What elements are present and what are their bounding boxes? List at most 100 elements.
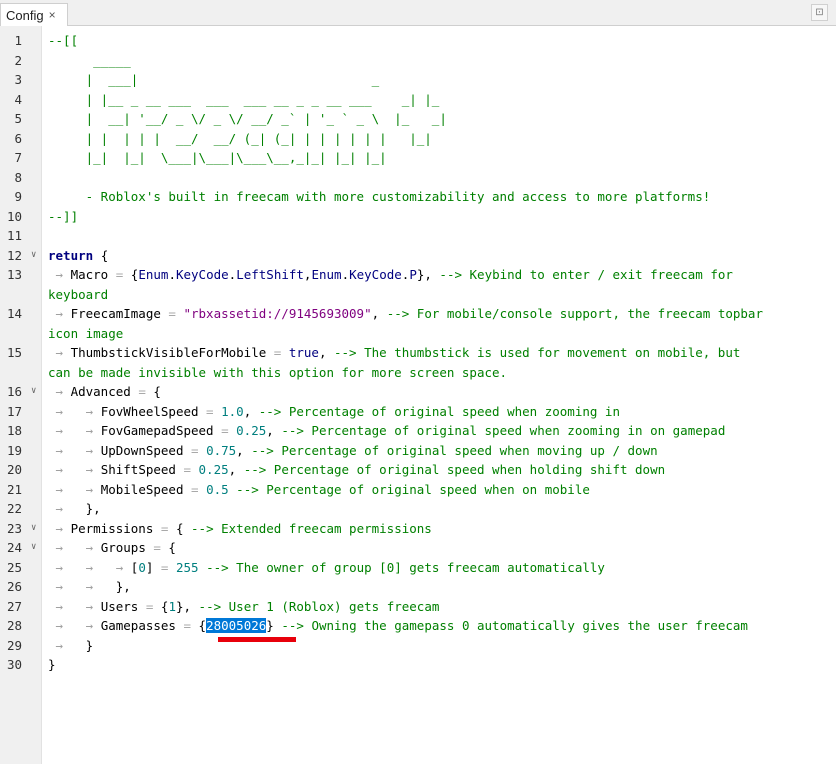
keyword-return: return — [48, 247, 94, 263]
key-fov-wheel: FovWheelSpeed — [100, 403, 199, 419]
key-gamepasses: Gamepasses — [100, 618, 176, 633]
number-value: 0 — [138, 559, 146, 575]
comment-text: --> Percentage of original speed when ho… — [243, 462, 666, 477]
comment-text: --> Percentage of original speed when on… — [236, 481, 590, 497]
comment-text: can be made invisible with this option f… — [48, 364, 508, 380]
comment-text: | | | | | __/ __/ (_| (_| | | | | | | |_… — [48, 130, 432, 146]
code-line: → Macro = {Enum.KeyCode.LeftShift,Enum.K… — [48, 267, 733, 282]
line-number: 4 — [14, 91, 22, 107]
enum-token: Enum — [311, 267, 342, 282]
string-value: "rbxassetid://9145693009" — [183, 306, 372, 321]
key-macro: Macro — [70, 267, 109, 282]
line-number: 24 — [6, 540, 22, 555]
tab-config[interactable]: Config × — [0, 3, 68, 26]
key-mobile: MobileSpeed — [100, 481, 184, 497]
comment-text: --> User 1 (Roblox) gets freecam — [198, 598, 440, 614]
line-number: 8 — [14, 169, 22, 185]
code-line: |_| |_| \___|\___|\___\__,_|_| |_| |_| — [48, 148, 828, 168]
line-number: 23 — [6, 520, 22, 536]
code-line: → → UpDownSpeed = 0.75, --> Percentage o… — [48, 442, 658, 458]
line-number: 27 — [6, 598, 22, 614]
number-value: 1.0 — [221, 403, 244, 419]
line-number: 14 — [6, 306, 22, 321]
key-freecam-image: FreecamImage — [70, 306, 161, 321]
code-line: → → ShiftSpeed = 0.25, --> Percentage of… — [48, 462, 666, 477]
code-line: return { — [48, 247, 109, 263]
p-token: P — [409, 267, 417, 282]
line-number: 1 — [14, 33, 22, 48]
number-value: 0.25 — [236, 423, 267, 438]
code-line: → → FovGamepadSpeed = 0.25, --> Percenta… — [48, 423, 726, 438]
line-number: 13 — [6, 267, 22, 282]
line-number: 29 — [6, 637, 22, 653]
line-number-gutter: 1 2 3 4 5 6 7 8 9 10 11 12 ∨ 13 14 15 16 ∨ 17 18 19 20 21 22 23 ∨… — [0, 26, 42, 764]
line-number: 2 — [14, 52, 22, 68]
line-number: 15 — [6, 345, 22, 360]
tab-label: Config — [6, 7, 44, 23]
key-updown: UpDownSpeed — [100, 442, 184, 458]
code-line-wrap: icon image — [48, 324, 828, 344]
fold-toggle-icon[interactable]: ∨ — [31, 246, 36, 266]
key-fov-gamepad: FovGamepadSpeed — [100, 423, 214, 438]
number-value: 0.5 — [206, 481, 229, 497]
comment-text: --> Percentage of original speed when zo… — [258, 403, 620, 419]
comment-text: --> For mobile/console support, the free… — [386, 306, 763, 321]
code-editor[interactable]: --[[ _____ | ___| _ | |__ _ __ ___ ___ _… — [48, 31, 828, 675]
code-line: → → MobileSpeed = 0.5 --> Percentage of … — [48, 481, 590, 497]
code-line: | | | | | __/ __/ (_| (_| | | | | | | |_… — [48, 129, 828, 149]
number-value: 1 — [168, 598, 176, 614]
code-line: _____ — [48, 51, 828, 71]
key-shift: ShiftSpeed — [100, 462, 176, 477]
line-number: 5 — [14, 111, 22, 126]
code-line: → Permissions = { --> Extended freecam p… — [48, 520, 432, 536]
code-line: → ThumbstickVisibleForMobile = true, -->… — [48, 345, 741, 360]
tab-bar: Config × ⊡ — [0, 0, 836, 26]
code-line-wrap: keyboard — [48, 285, 828, 305]
line-number: 19 — [6, 442, 22, 458]
line-number: 11 — [6, 228, 22, 243]
line-number: 30 — [6, 657, 22, 672]
comment-text: --]] — [48, 208, 79, 224]
fold-toggle-icon[interactable]: ∨ — [31, 538, 36, 558]
line-number: 12 — [6, 247, 22, 263]
comment-text: keyboard — [48, 286, 109, 302]
window-menu-icon[interactable]: ⊡ — [811, 4, 828, 21]
boolean-value: true — [288, 345, 319, 360]
comment-text: --[[ — [48, 33, 79, 48]
code-line: --[[ — [48, 31, 828, 51]
fold-toggle-icon[interactable]: ∨ — [31, 519, 36, 539]
comment-text: |_| |_| \___|\___|\___\__,_|_| |_| |_| — [48, 150, 387, 165]
code-line: --]] — [48, 207, 828, 227]
comment-text: | |__ _ __ ___ ___ ___ __ _ _ __ ___ _| … — [48, 91, 440, 107]
code-line: → → → [0] = 255 --> The owner of group [… — [48, 559, 605, 575]
red-underline-annotation — [218, 637, 296, 642]
line-number: 28 — [6, 618, 22, 633]
line-number: 20 — [6, 462, 22, 477]
enum-token: Enum — [138, 267, 169, 282]
close-icon[interactable]: × — [49, 8, 56, 22]
comment-text: | __| '__/ _ \/ _ \/ __/ _` | '_ ` _ \ |… — [48, 111, 447, 126]
selected-gamepass-id[interactable]: 28005026 — [206, 618, 267, 633]
keycode-token: KeyCode — [349, 267, 402, 282]
comment-text: icon image — [48, 325, 124, 341]
comment-text: --> Keybind to enter / exit freecam for — [439, 267, 733, 282]
code-line: → Advanced = { — [48, 384, 161, 399]
code-line: | |__ _ __ ___ ___ ___ __ _ _ __ ___ _| … — [48, 90, 828, 110]
line-number: 17 — [6, 403, 22, 419]
code-line: | ___| _ — [48, 70, 828, 90]
comment-text: _____ — [48, 52, 131, 68]
leftshift-token: LeftShift — [236, 267, 304, 282]
comment-text: --> The owner of group [0] gets freecam … — [206, 559, 605, 575]
line-number: 6 — [14, 130, 22, 146]
fold-toggle-icon[interactable]: ∨ — [31, 382, 36, 402]
code-line: } — [48, 657, 56, 672]
comment-text: --> Owning the gamepass 0 automatically … — [281, 618, 748, 633]
line-number: 3 — [14, 72, 22, 87]
code-line: → → }, — [48, 579, 131, 594]
code-line-wrap: can be made invisible with this option f… — [48, 363, 828, 383]
key-users: Users — [100, 598, 139, 614]
keycode-token: KeyCode — [175, 267, 229, 282]
number-value: 0.25 — [198, 462, 229, 477]
line-number: 16 — [6, 384, 22, 399]
comment-text: - Roblox's built in freecam with more cu… — [48, 189, 711, 204]
